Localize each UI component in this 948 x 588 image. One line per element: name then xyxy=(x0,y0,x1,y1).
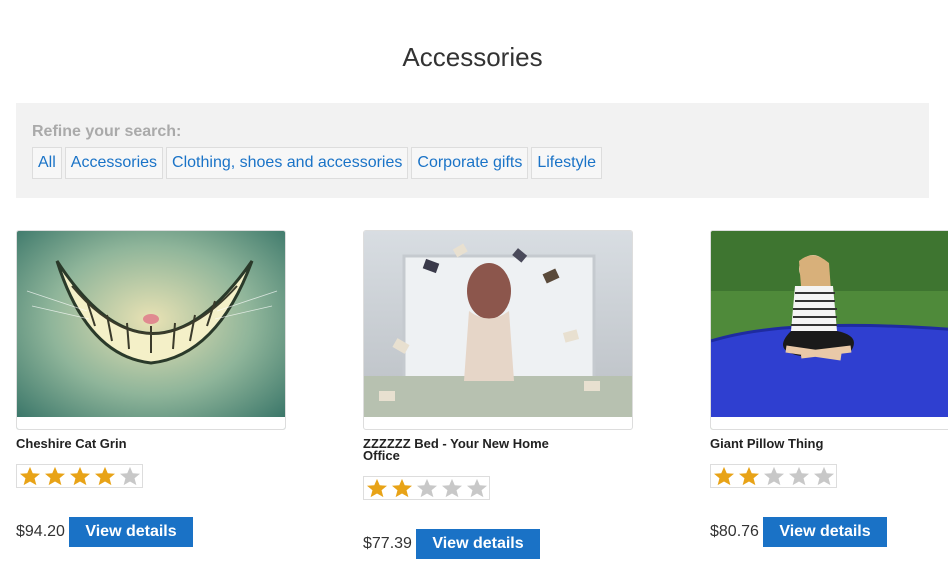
rating-stars xyxy=(710,464,837,488)
product-card: Cheshire Cat Grin $94.20 View details xyxy=(16,230,286,547)
refine-label: Refine your search: xyxy=(32,123,182,140)
product-image[interactable] xyxy=(363,230,633,430)
star-icon xyxy=(392,478,412,498)
star-icon xyxy=(467,478,487,498)
product-card: ZZZZZZ Bed - Your New Home Office $77.39… xyxy=(363,230,633,559)
filter-lifestyle[interactable]: Lifestyle xyxy=(531,147,603,179)
product-price: $77.39 xyxy=(363,535,412,552)
filter-clothing[interactable]: Clothing, shoes and accessories xyxy=(166,147,409,179)
product-card: Giant Pillow Thing $80.76 View details xyxy=(710,230,948,547)
filter-accessories[interactable]: Accessories xyxy=(64,147,164,179)
filter-all[interactable]: All xyxy=(32,147,62,179)
filter-list: All Accessories Clothing, shoes and acce… xyxy=(32,147,603,179)
star-icon xyxy=(120,466,140,486)
star-icon xyxy=(45,466,65,486)
refine-panel: Refine your search: All Accessories Clot… xyxy=(16,103,929,198)
filter-corporate-gifts[interactable]: Corporate gifts xyxy=(411,147,529,179)
view-details-button[interactable]: View details xyxy=(69,517,193,547)
product-image[interactable] xyxy=(710,230,948,430)
product-price: $80.76 xyxy=(710,523,759,540)
star-icon xyxy=(764,466,784,486)
star-icon xyxy=(95,466,115,486)
star-icon xyxy=(714,466,734,486)
view-details-button[interactable]: View details xyxy=(416,529,540,559)
star-icon xyxy=(70,466,90,486)
product-name[interactable]: Cheshire Cat Grin xyxy=(16,437,216,450)
star-icon xyxy=(367,478,387,498)
star-icon xyxy=(442,478,462,498)
view-details-button[interactable]: View details xyxy=(763,517,887,547)
rating-stars xyxy=(363,476,490,500)
product-name[interactable]: ZZZZZZ Bed - Your New Home Office xyxy=(363,437,563,462)
product-image[interactable] xyxy=(16,230,286,430)
star-icon xyxy=(739,466,759,486)
star-icon xyxy=(417,478,437,498)
star-icon xyxy=(789,466,809,486)
product-price: $94.20 xyxy=(16,523,65,540)
rating-stars xyxy=(16,464,143,488)
star-icon xyxy=(814,466,834,486)
product-name[interactable]: Giant Pillow Thing xyxy=(710,437,910,450)
star-icon xyxy=(20,466,40,486)
page-title: Accessories xyxy=(402,42,543,72)
